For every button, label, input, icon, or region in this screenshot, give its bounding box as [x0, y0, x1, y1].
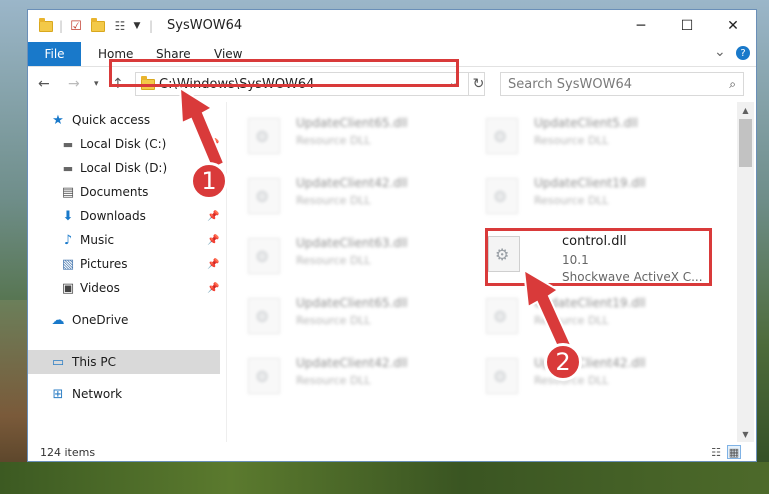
arrow-1 [178, 86, 226, 171]
callout-badge-1: 1 [190, 162, 228, 200]
arrow-2 [522, 268, 574, 355]
annotation-arrows [178, 86, 574, 355]
callout-badge-2: 2 [544, 343, 582, 381]
